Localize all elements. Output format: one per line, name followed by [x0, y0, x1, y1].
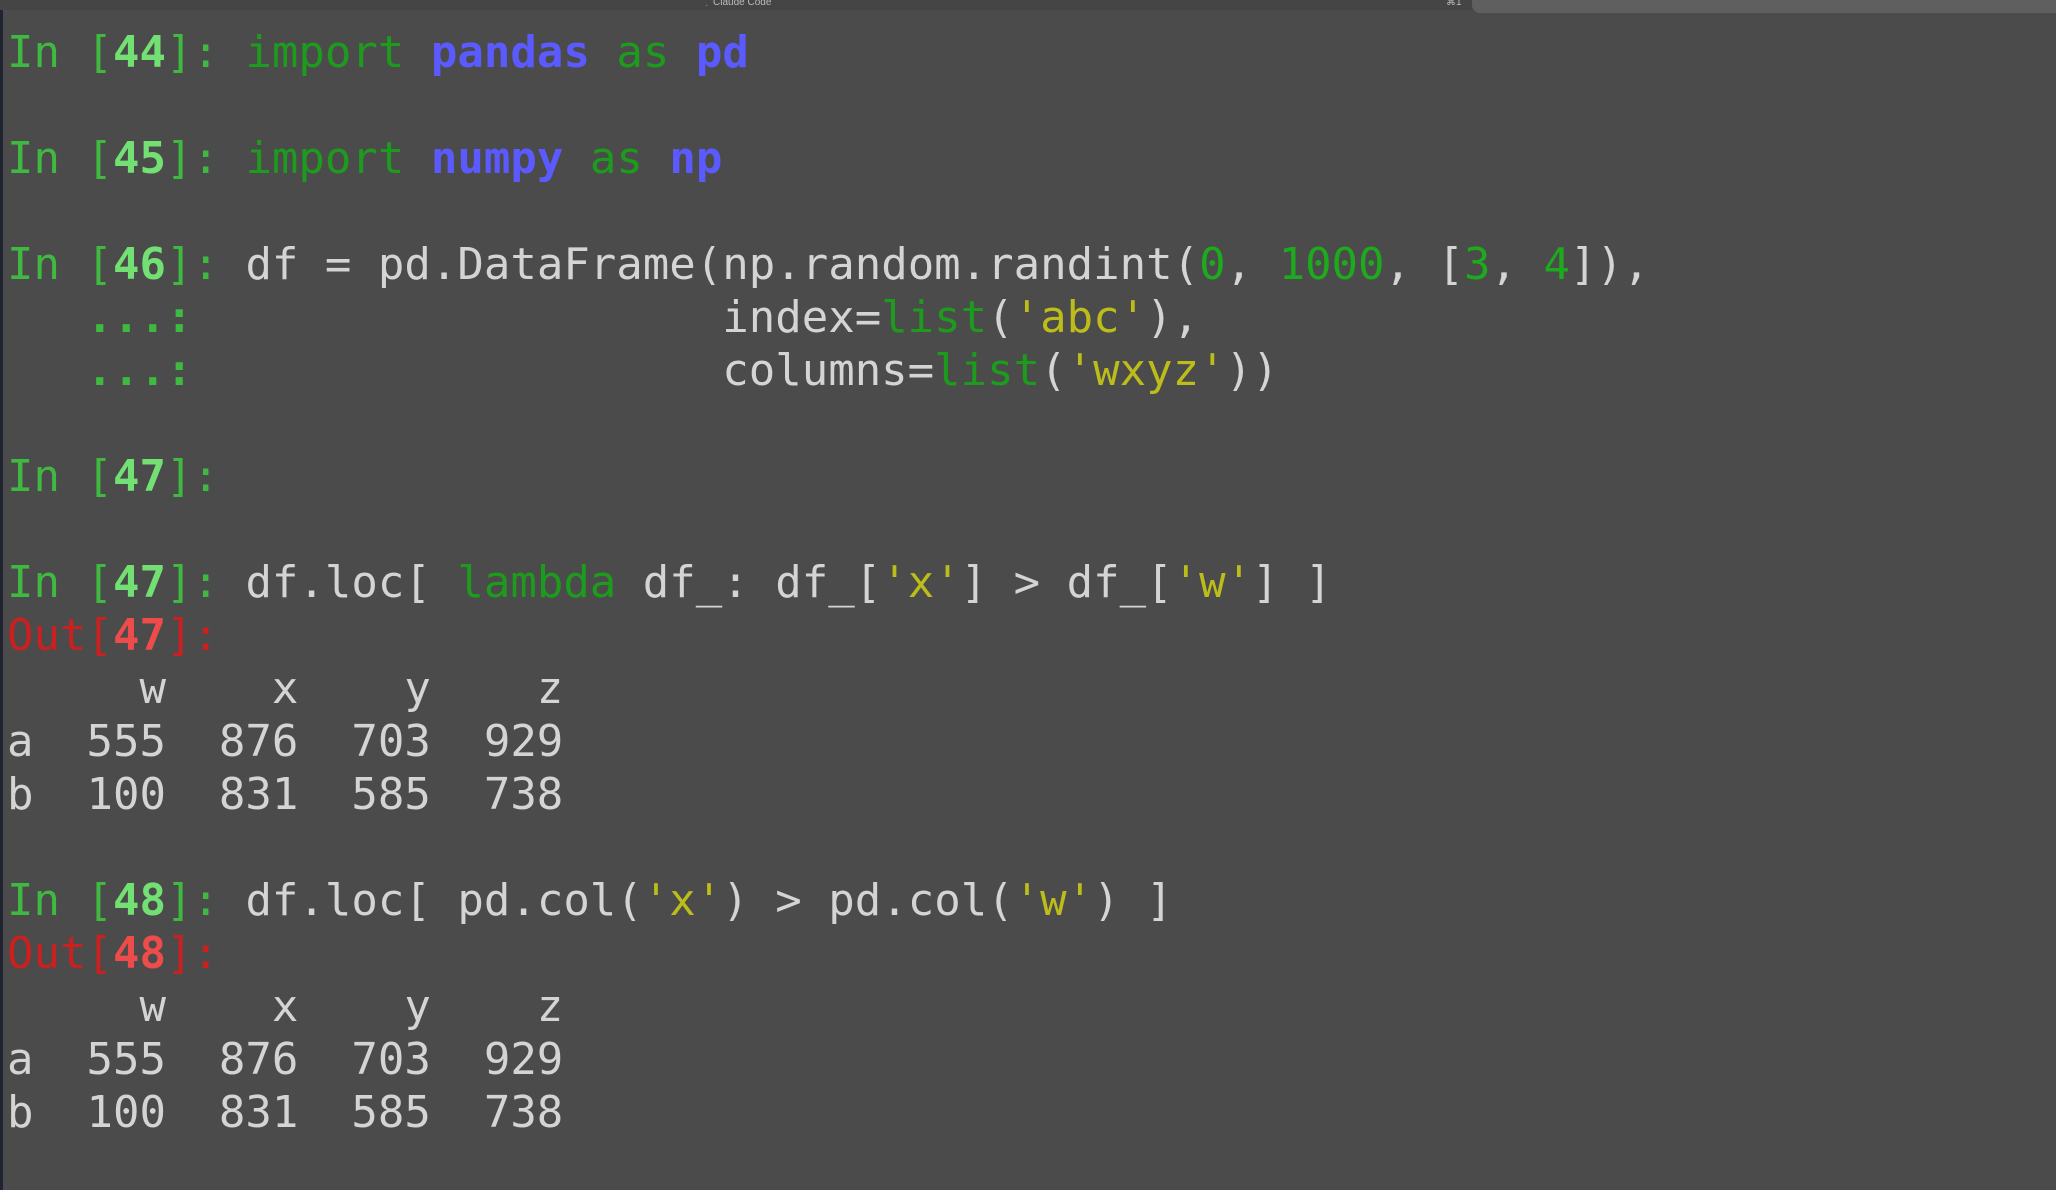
code-token: ) ] — [1093, 875, 1173, 926]
input-prompt-number: 44 — [112, 27, 166, 78]
code-token: 0 — [1199, 239, 1226, 290]
input-line: In [46]: df = pd.DataFrame(np.random.ran… — [7, 238, 1650, 291]
dataframe-row: w x y z — [7, 980, 563, 1033]
output-prompt-number: 48 — [112, 928, 166, 979]
terminal-output[interactable]: In [44]: import pandas as pd In [45]: imp… — [0, 0, 2056, 1190]
continuation-prompt: ...: — [7, 292, 219, 343]
dataframe-row-text: a 555 876 703 929 — [7, 716, 564, 767]
code-token: ( — [987, 292, 1014, 343]
dataframe-row-text: b 100 831 585 738 — [7, 1087, 564, 1138]
code-token: index= — [218, 292, 882, 343]
code-token: as — [589, 133, 643, 184]
code-token: 'x' — [642, 875, 723, 926]
input-prompt: In [ — [7, 451, 113, 502]
input-prompt-number: 46 — [112, 239, 166, 290]
output-line: Out[47]: — [7, 609, 245, 662]
code-token: , — [1490, 239, 1544, 290]
dataframe-row-text: w x y z — [7, 663, 564, 714]
output-prompt-number: 47 — [112, 610, 166, 661]
dataframe-row: w x y z — [7, 662, 563, 715]
code-token: df = pd.DataFrame(np.random.randint( — [245, 239, 1200, 290]
code-token: 'wxyz' — [1066, 345, 1226, 396]
dataframe-row: a 555 876 703 929 — [7, 715, 563, 768]
code-token: as — [616, 27, 670, 78]
input-prompt-number: 45 — [112, 133, 166, 184]
input-prompt: In [ — [7, 133, 113, 184]
input-prompt: In [ — [7, 557, 113, 608]
dataframe-row-text: w x y z — [7, 981, 564, 1032]
code-token: columns= — [218, 345, 935, 396]
dataframe-row-text: a 555 876 703 929 — [7, 1034, 564, 1085]
input-prompt-number: 47 — [112, 557, 166, 608]
input-line: In [47]: — [7, 450, 245, 503]
input-prompt-number: 48 — [112, 875, 166, 926]
output-prompt: Out[ — [7, 928, 113, 979]
code-token: import — [245, 133, 405, 184]
code-token: lambda — [457, 557, 617, 608]
continuation-prompt: ...: — [7, 345, 219, 396]
code-token: df.loc[ — [245, 557, 458, 608]
input-prompt-end: ]: — [165, 557, 246, 608]
input-line: In [48]: df.loc[ pd.col('x') > pd.col('w… — [7, 874, 1173, 927]
code-token: 'w' — [1172, 557, 1253, 608]
code-token: df.loc[ pd.col( — [245, 875, 643, 926]
code-token: )) — [1225, 345, 1279, 396]
code-token: list — [881, 292, 988, 343]
code-token: ]), — [1570, 239, 1650, 290]
input-prompt-end: ]: — [165, 133, 246, 184]
input-prompt: In [ — [7, 239, 113, 290]
input-line: In [44]: import pandas as pd — [7, 26, 749, 79]
input-prompt-end: ]: — [165, 451, 246, 502]
code-token: list — [934, 345, 1041, 396]
code-token: 'w' — [1013, 875, 1094, 926]
code-token: ] > df_[ — [960, 557, 1173, 608]
code-token: ) > pd.col( — [722, 875, 1014, 926]
dataframe-row: a 555 876 703 929 — [7, 1033, 563, 1086]
output-line: Out[48]: — [7, 927, 245, 980]
code-token: pd — [695, 27, 749, 78]
code-token: import — [245, 27, 405, 78]
code-token: ] ] — [1252, 557, 1332, 608]
code-token: 'x' — [881, 557, 961, 608]
code-token: 3 — [1464, 239, 1491, 290]
code-token: df_: df_[ — [616, 557, 882, 608]
input-line: In [45]: import numpy as np — [7, 132, 722, 185]
code-token: pandas — [430, 27, 590, 78]
code-token: 'abc' — [1013, 292, 1147, 343]
continuation-line: ...: index=list('abc'), — [7, 291, 1199, 344]
code-token: ( — [1040, 345, 1067, 396]
code-token: numpy — [430, 133, 564, 184]
input-line: In [47]: df.loc[ lambda df_: df_['x'] > … — [7, 556, 1332, 609]
input-prompt: In [ — [7, 875, 113, 926]
dataframe-row: b 100 831 585 738 — [7, 1086, 563, 1139]
output-prompt-end: ]: — [165, 928, 246, 979]
output-prompt: Out[ — [7, 610, 113, 661]
input-prompt: In [ — [7, 27, 113, 78]
code-token: , [ — [1384, 239, 1465, 290]
dataframe-row-text: b 100 831 585 738 — [7, 769, 564, 820]
code-token: ), — [1146, 292, 1200, 343]
input-prompt-end: ]: — [165, 875, 246, 926]
code-token: 4 — [1543, 239, 1571, 290]
dataframe-row: b 100 831 585 738 — [7, 768, 563, 821]
code-token: 1000 — [1278, 239, 1385, 290]
code-token: np — [669, 133, 723, 184]
output-prompt-end: ]: — [165, 610, 246, 661]
input-prompt-end: ]: — [165, 27, 246, 78]
code-token: , — [1225, 239, 1279, 290]
input-prompt-end: ]: — [165, 239, 246, 290]
input-prompt-number: 47 — [112, 451, 166, 502]
continuation-line: ...: columns=list('wxyz')) — [7, 344, 1279, 397]
